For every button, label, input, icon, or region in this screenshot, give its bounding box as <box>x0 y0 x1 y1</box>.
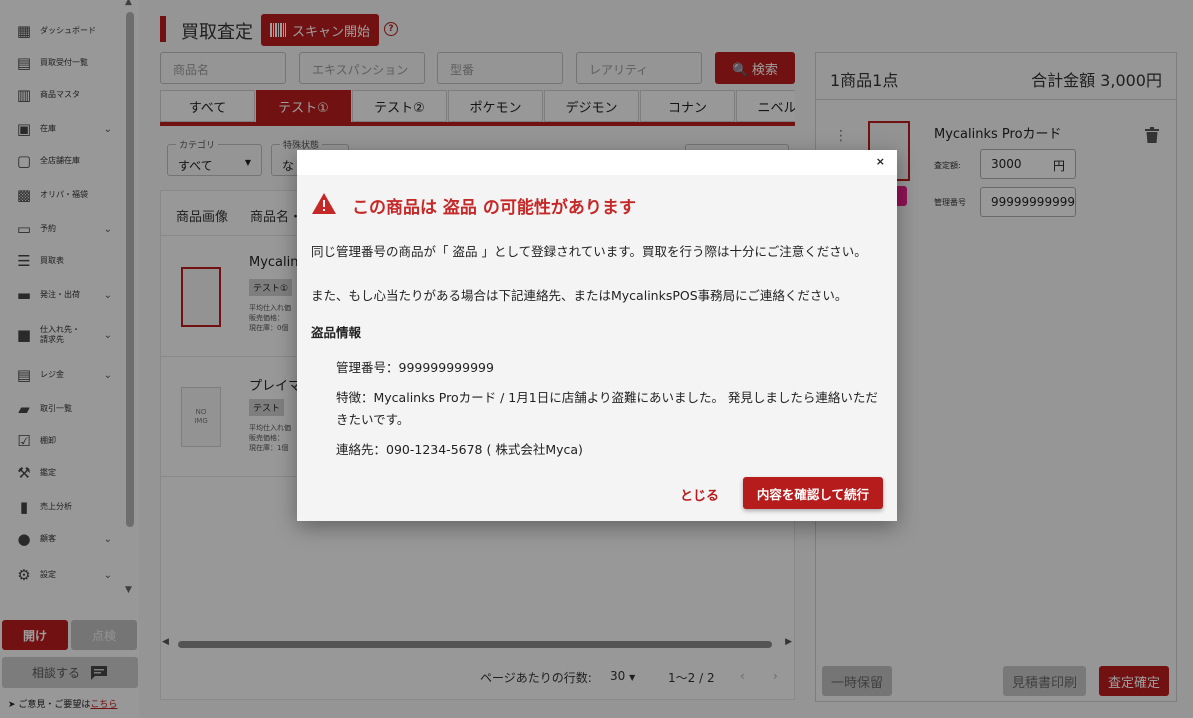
stolen-info-heading: 盗品情報 <box>311 325 362 340</box>
stolen-features-line2: きたいです。 <box>336 412 410 427</box>
stolen-management-number: 管理番号：999999999999 <box>336 360 494 375</box>
confirm-continue-button[interactable]: 内容を確認して続行 <box>743 477 883 509</box>
stolen-features-line1: 特徴：Mycalinks Proカード / 1月1日に店舗より盗難にあいました。… <box>336 390 878 405</box>
dialog-close-button[interactable]: とじる <box>680 485 719 504</box>
stolen-goods-warning-dialog: × この商品は 盗品 の可能性があります 同じ管理番号の商品が「 盗品 」として… <box>297 150 897 521</box>
stolen-contact: 連絡先：090-1234-5678 ( 株式会社Myca) <box>336 442 583 457</box>
warning-icon <box>312 193 336 214</box>
dialog-title: この商品は 盗品 の可能性があります <box>352 198 636 218</box>
dialog-top-bar: × <box>297 150 897 175</box>
app-root: ▦ ダッシュボード ▤ 買取受付一覧 ▥ 商品マスタ ▣ 在庫 ⌄ ▢ 全店舗在庫 ▩ オリパ・福袋 ▭ 予… <box>0 0 1193 718</box>
dialog-message-1: 同じ管理番号の商品が「 盗品 」として登録されています。買取を行う際は十分にご注… <box>311 244 867 259</box>
close-icon[interactable]: × <box>876 155 885 168</box>
dialog-message-2: また、もし心当たりがある場合は下記連絡先、またはMycalinksPOS事務局に… <box>311 288 848 303</box>
